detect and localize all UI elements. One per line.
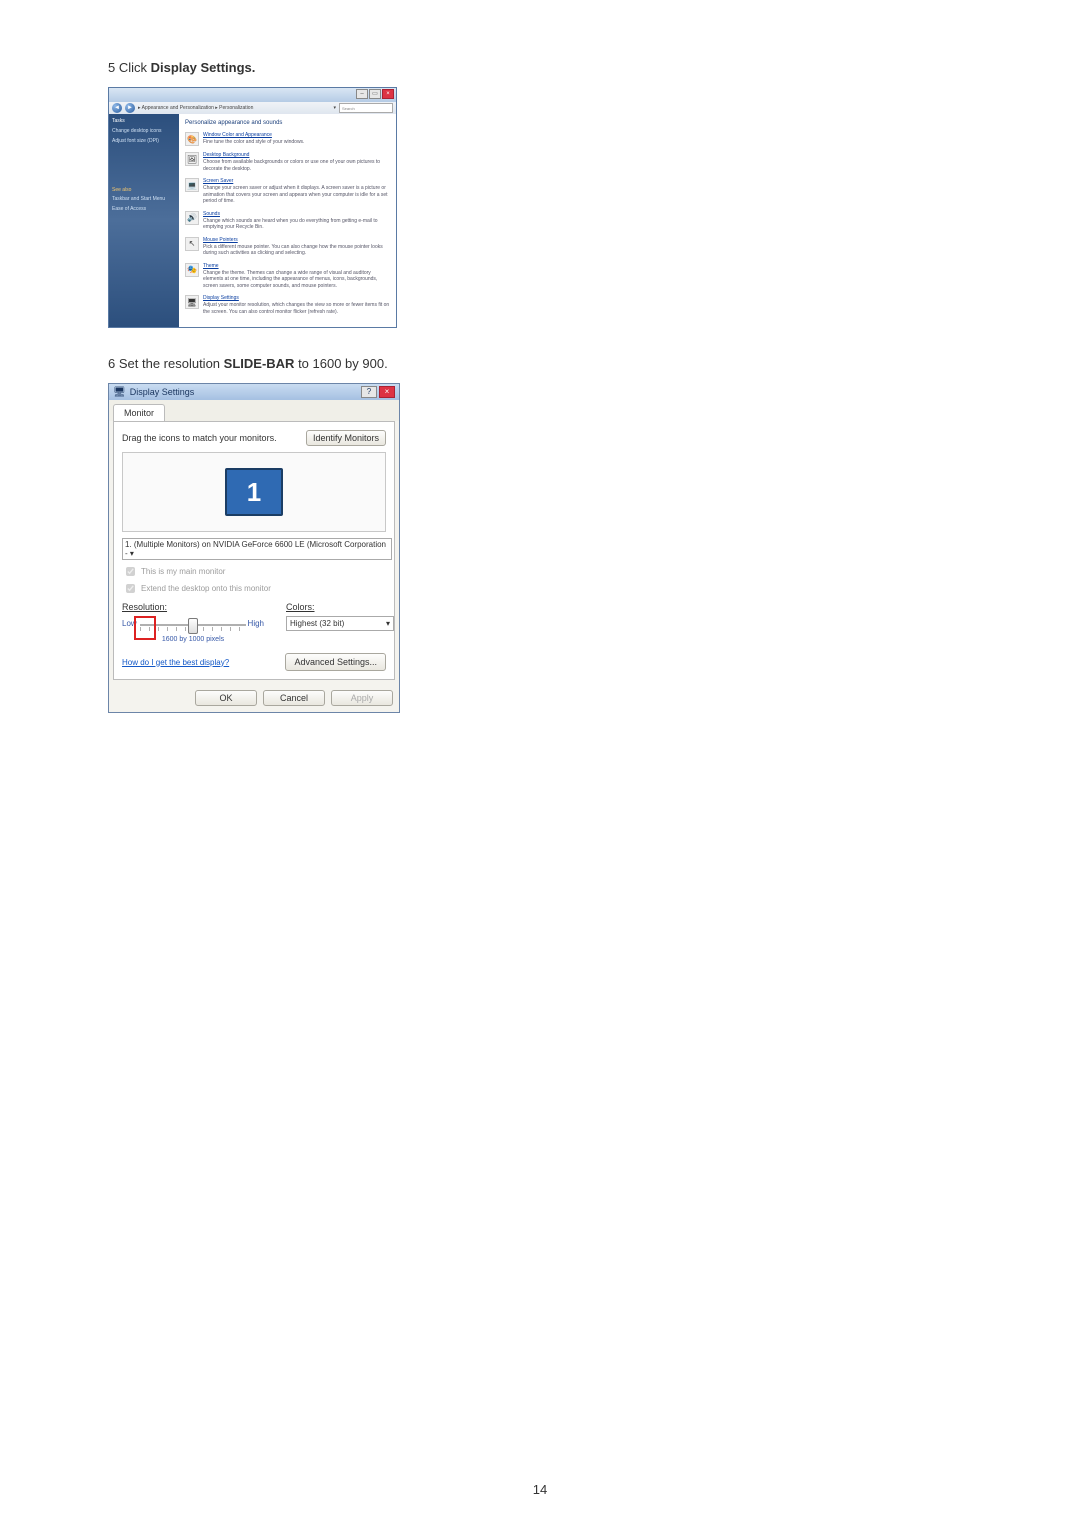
item-desc: Fine tune the color and style of your wi…: [203, 139, 304, 146]
slider-thumb[interactable]: [188, 618, 198, 634]
window-title: Display Settings: [130, 387, 195, 397]
step5-bold: Display Settings.: [151, 60, 256, 75]
step6-instruction: 6 Set the resolution SLIDE-BAR to 1600 b…: [108, 356, 972, 371]
item-label: Sounds: [203, 211, 390, 217]
minimize-button[interactable]: –: [356, 89, 368, 99]
slider-high-label: High: [248, 619, 264, 628]
address-bar: ◄ ► ▸ Appearance and Personalization ▸ P…: [109, 102, 396, 114]
chk-extend-desktop-input: [126, 584, 135, 593]
monitor-1[interactable]: 1: [225, 468, 283, 516]
breadcrumb[interactable]: ▸ Appearance and Personalization ▸ Perso…: [138, 105, 330, 111]
item-sounds[interactable]: 🔊 Sounds Change which sounds are heard w…: [185, 211, 390, 231]
item-desc: Change which sounds are heard when you d…: [203, 218, 390, 231]
display-icon: 🖥: [185, 295, 199, 309]
main-title: Personalize appearance and sounds: [185, 120, 390, 126]
item-label: Mouse Pointers: [203, 237, 390, 243]
sidebar: Tasks Change desktop icons Adjust font s…: [109, 114, 179, 327]
item-desc: Change your screen saver or adjust when …: [203, 185, 390, 205]
colors-label: Colors:: [286, 602, 386, 612]
speaker-icon: 🔊: [185, 211, 199, 225]
item-display-settings[interactable]: 🖥 Display Settings Adjust your monitor r…: [185, 295, 390, 315]
close-button[interactable]: ×: [379, 386, 395, 398]
sidebar-seealso-heading: See also: [112, 187, 176, 193]
personalization-window: – ▭ × ◄ ► ▸ Appearance and Personalizati…: [108, 87, 397, 328]
palette-icon: 🎨: [185, 132, 199, 146]
slider-low-label: Low: [122, 619, 137, 628]
step6-post: to 1600 by 900.: [298, 356, 388, 371]
item-window-color[interactable]: 🎨 Window Color and Appearance Fine tune …: [185, 132, 390, 146]
step6-number: 6: [108, 356, 115, 371]
main-panel: Personalize appearance and sounds 🎨 Wind…: [179, 114, 396, 327]
advanced-settings-button[interactable]: Advanced Settings...: [285, 653, 386, 671]
display-settings-window: 🖥 Display Settings ? × Monitor Drag the …: [108, 383, 400, 713]
resolution-label: Resolution:: [122, 602, 264, 612]
identify-monitors-button[interactable]: Identify Monitors: [306, 430, 386, 446]
sidebar-ease[interactable]: Ease of Access: [112, 206, 176, 213]
resolution-slider[interactable]: Low High: [122, 616, 264, 634]
close-button[interactable]: ×: [382, 89, 394, 99]
search-input[interactable]: Search: [339, 103, 393, 113]
item-desc: Change the theme. Themes can change a wi…: [203, 270, 390, 290]
titlebar: – ▭ ×: [109, 88, 396, 102]
drag-instruction: Drag the icons to match your monitors.: [122, 433, 277, 443]
chk-main-monitor-input: [126, 567, 135, 576]
item-label: Display Settings: [203, 295, 390, 301]
monitor-select[interactable]: 1. (Multiple Monitors) on NVIDIA GeForce…: [122, 538, 392, 560]
page-number: 14: [0, 1482, 1080, 1497]
forward-icon[interactable]: ►: [125, 103, 135, 113]
item-mouse-pointers[interactable]: ↖ Mouse Pointers Pick a different mouse …: [185, 237, 390, 257]
item-label: Window Color and Appearance: [203, 132, 304, 138]
step5-number: 5: [108, 60, 115, 75]
step5-pre: Click: [119, 60, 151, 75]
help-button[interactable]: ?: [361, 386, 377, 398]
back-icon[interactable]: ◄: [112, 103, 122, 113]
item-desktop-background[interactable]: 🖼 Desktop Background Choose from availab…: [185, 152, 390, 172]
slider-caption: 1600 by 1000 pixels: [122, 636, 264, 643]
titlebar: 🖥 Display Settings ? ×: [109, 384, 399, 400]
picture-icon: 🖼: [185, 152, 199, 166]
item-desc: Adjust your monitor resolution, which ch…: [203, 302, 390, 315]
cancel-button[interactable]: Cancel: [263, 690, 325, 706]
step6-pre: Set the resolution: [119, 356, 224, 371]
ok-button[interactable]: OK: [195, 690, 257, 706]
chk-extend-desktop: Extend the desktop onto this monitor: [122, 581, 386, 596]
sidebar-tasks-heading: Tasks: [112, 118, 176, 124]
monitor-arrangement-area[interactable]: 1: [122, 452, 386, 532]
item-desc: Choose from available backgrounds or col…: [203, 159, 390, 172]
display-icon: 🖥: [113, 387, 126, 398]
item-desc: Pick a different mouse pointer. You can …: [203, 244, 390, 257]
theme-icon: 🎭: [185, 263, 199, 277]
monitor-icon: 💻: [185, 178, 199, 192]
item-screen-saver[interactable]: 💻 Screen Saver Change your screen saver …: [185, 178, 390, 205]
chk-main-monitor: This is my main monitor: [122, 564, 386, 579]
sidebar-taskbar[interactable]: Taskbar and Start Menu: [112, 196, 176, 203]
help-link[interactable]: How do I get the best display?: [122, 658, 229, 667]
item-theme[interactable]: 🎭 Theme Change the theme. Themes can cha…: [185, 263, 390, 290]
sidebar-adjust-font[interactable]: Adjust font size (DPI): [112, 138, 176, 145]
tab-monitor[interactable]: Monitor: [113, 404, 165, 421]
step6-bold: SLIDE-BAR: [224, 356, 295, 371]
item-label: Desktop Background: [203, 152, 390, 158]
sidebar-change-icons[interactable]: Change desktop icons: [112, 128, 176, 135]
cursor-icon: ↖: [185, 237, 199, 251]
item-label: Screen Saver: [203, 178, 390, 184]
apply-button[interactable]: Apply: [331, 690, 393, 706]
colors-select[interactable]: Highest (32 bit) ▾: [286, 616, 394, 631]
item-label: Theme: [203, 263, 390, 269]
step5-instruction: 5 Click Display Settings.: [108, 60, 972, 75]
maximize-button[interactable]: ▭: [369, 89, 381, 99]
